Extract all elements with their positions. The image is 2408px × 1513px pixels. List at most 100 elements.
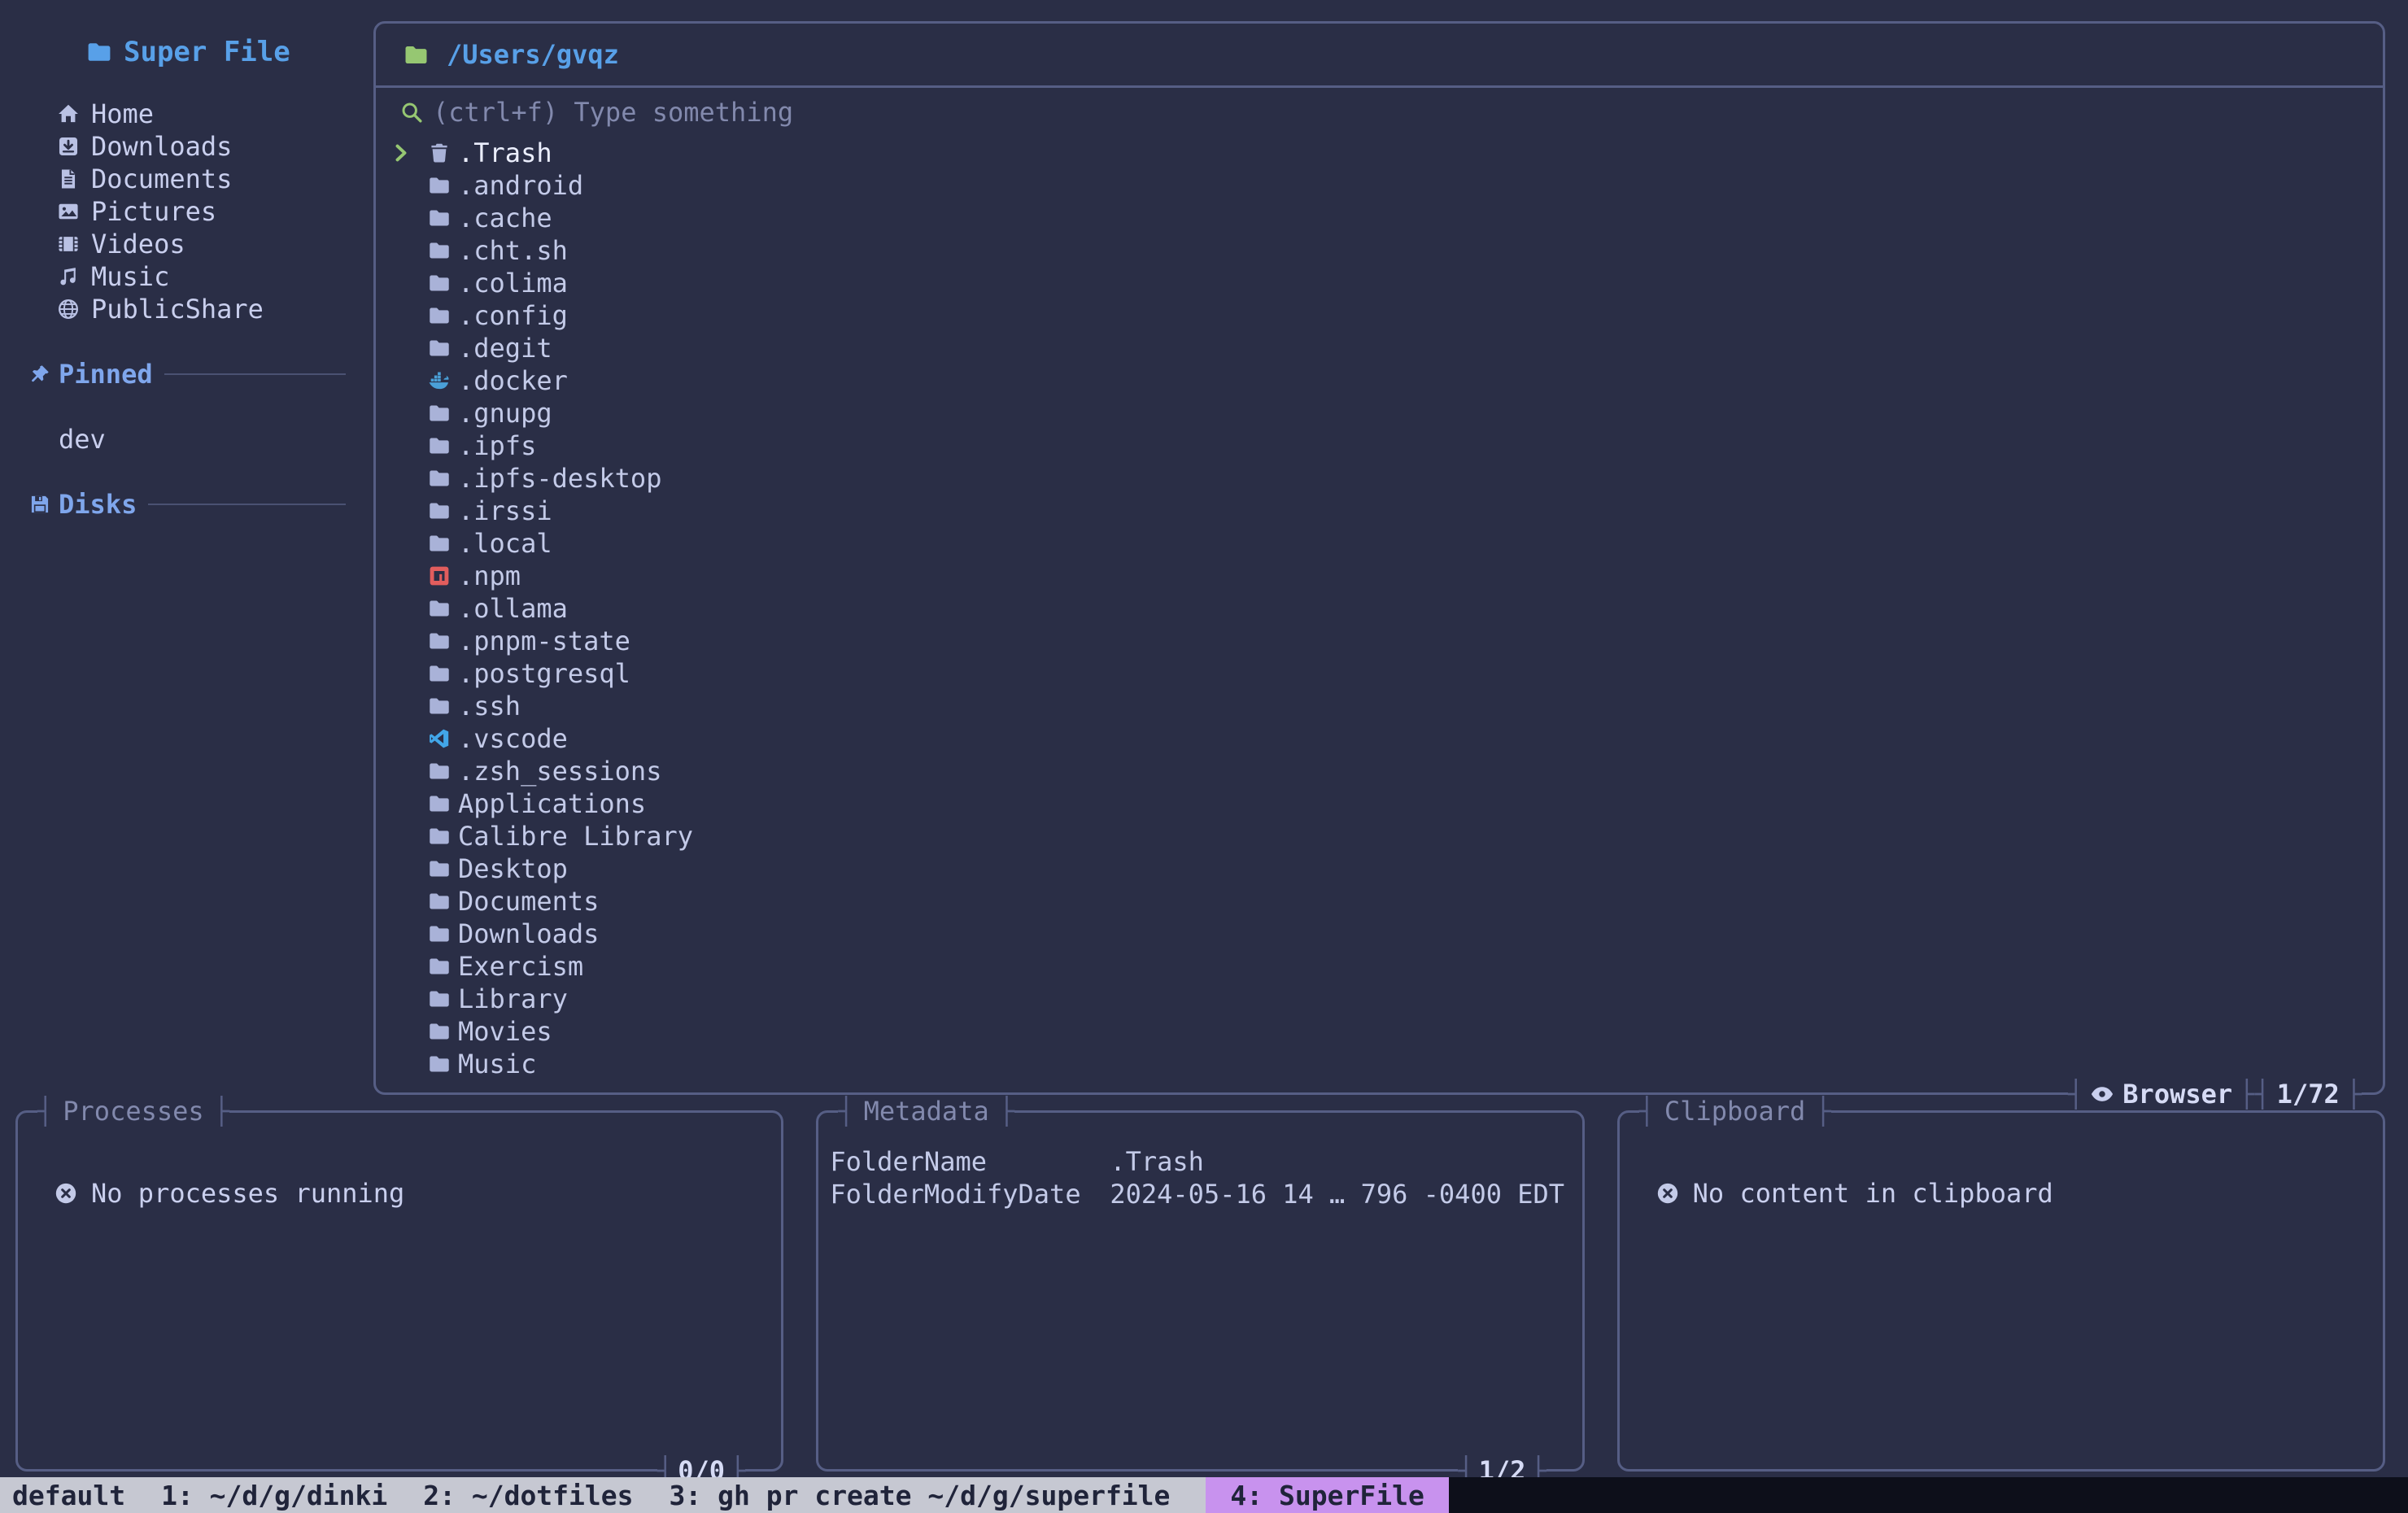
tmux-window[interactable]: 1: ~/d/g/dinki [161, 1477, 387, 1513]
row-gutter [391, 174, 428, 197]
folder-icon [428, 532, 451, 555]
metadata-row: FolderModifyDate2024-05-16 14 … 796 -040… [818, 1178, 1581, 1210]
row-gutter [391, 597, 428, 620]
file-name: .irssi [458, 495, 552, 526]
sidebar-item-videos[interactable]: Videos [0, 228, 373, 260]
row-gutter [391, 1020, 428, 1043]
row-gutter [391, 760, 428, 783]
folder-icon [428, 1053, 451, 1075]
app-logo-folder-icon [86, 39, 112, 65]
row-gutter [391, 825, 428, 848]
file-row[interactable]: Applications [376, 787, 2383, 820]
music-icon [57, 265, 80, 288]
folder-icon [428, 402, 451, 425]
sidebar-item-pictures[interactable]: Pictures [0, 195, 373, 228]
pictures-icon [57, 200, 80, 223]
file-name: .vscode [458, 723, 568, 754]
file-position-label: 1/72 [2271, 1079, 2346, 1110]
search-placeholder: (ctrl+f) Type something [433, 97, 793, 128]
row-gutter [391, 467, 428, 490]
file-row[interactable]: Desktop [376, 852, 2383, 885]
file-name: .ipfs-desktop [458, 463, 661, 494]
file-row[interactable]: .vscode [376, 722, 2383, 755]
folder-icon [428, 597, 451, 620]
row-gutter [391, 695, 428, 717]
metadata-rows: FolderName.TrashFolderModifyDate2024-05-… [818, 1113, 1581, 1210]
file-row[interactable]: .gnupg [376, 397, 2383, 429]
file-row[interactable]: .ssh [376, 690, 2383, 722]
tmux-window[interactable]: 3: gh pr create ~/d/g/superfile [670, 1477, 1171, 1513]
file-row[interactable]: Downloads [376, 918, 2383, 950]
search-input[interactable]: (ctrl+f) Type something [376, 88, 2383, 137]
pinned-items: dev [0, 423, 373, 456]
row-gutter [391, 207, 428, 229]
file-row[interactable]: .degit [376, 332, 2383, 364]
metadata-value: 2024-05-16 14 … 796 -0400 EDT [1110, 1179, 1564, 1210]
tmux-window-active[interactable]: 4: SuperFile [1206, 1477, 1448, 1513]
folder-icon [428, 890, 451, 913]
file-row[interactable]: .cache [376, 202, 2383, 234]
file-row[interactable]: .zsh_sessions [376, 755, 2383, 787]
processes-empty-state: No processes running [18, 1178, 781, 1209]
row-gutter [391, 1053, 428, 1075]
file-row[interactable]: .pnpm-state [376, 625, 2383, 657]
circle-x-icon [54, 1181, 78, 1206]
pinned-section-header: Pinned [0, 358, 373, 390]
sidebar-item-documents[interactable]: Documents [0, 163, 373, 195]
sidebar-item-music[interactable]: Music [0, 260, 373, 293]
file-row[interactable]: .docker [376, 364, 2383, 397]
file-row[interactable]: .android [376, 169, 2383, 202]
file-row[interactable]: Documents [376, 885, 2383, 918]
file-row[interactable]: .ipfs-desktop [376, 462, 2383, 495]
file-name: .postgresql [458, 658, 630, 689]
file-row[interactable]: .Trash [376, 137, 2383, 169]
bottom-panels: Processes No processes running 0/0 Metad… [15, 1110, 2385, 1472]
pinned-section-label: Pinned [59, 359, 153, 390]
folder-icon [428, 825, 451, 848]
tmux-window[interactable]: 2: ~/dotfiles [423, 1477, 633, 1513]
selection-chevron-icon [391, 142, 428, 164]
file-row[interactable]: .postgresql [376, 657, 2383, 690]
file-name: Desktop [458, 853, 568, 884]
metadata-panel: Metadata FolderName.TrashFolderModifyDat… [816, 1110, 1584, 1472]
metadata-value: .Trash [1110, 1146, 1204, 1177]
disks-section-header: Disks [0, 488, 373, 521]
sidebar-item-downloads[interactable]: Downloads [0, 130, 373, 163]
file-row[interactable]: .colima [376, 267, 2383, 299]
sidebar-item-publicshare[interactable]: PublicShare [0, 293, 373, 325]
file-row[interactable]: Exercism [376, 950, 2383, 983]
tmux-session-name: default [0, 1477, 125, 1513]
row-gutter [391, 630, 428, 652]
disks-section-label: Disks [59, 489, 137, 520]
statusbar-windows: 1: ~/d/g/dinki 2: ~/dotfiles 3: gh pr crea… [161, 1477, 1449, 1513]
file-row[interactable]: .local [376, 527, 2383, 560]
sidebar-item-home[interactable]: Home [0, 98, 373, 130]
file-row[interactable]: Movies [376, 1015, 2383, 1048]
file-name: .gnupg [458, 398, 552, 429]
tmux-statusbar: default 1: ~/d/g/dinki 2: ~/dotfiles 3: gh… [0, 1477, 2408, 1513]
file-row[interactable]: .config [376, 299, 2383, 332]
file-row[interactable]: Calibre Library [376, 820, 2383, 852]
file-row[interactable]: Library [376, 983, 2383, 1015]
file-row[interactable]: .ipfs [376, 429, 2383, 462]
clipboard-empty-label: No content in clipboard [1693, 1178, 2053, 1209]
file-name: .local [458, 528, 552, 559]
file-row[interactable]: .cht.sh [376, 234, 2383, 267]
file-position-indicator: 1/72 [2254, 1078, 2362, 1110]
home-icon [57, 102, 80, 125]
file-name: .docker [458, 365, 568, 396]
file-name: .android [458, 170, 583, 201]
section-divider [164, 373, 346, 375]
file-name: Documents [458, 886, 599, 917]
file-row[interactable]: .npm [376, 560, 2383, 592]
folder-icon [428, 272, 451, 294]
file-row[interactable]: Music [376, 1048, 2383, 1080]
pinned-item-dev[interactable]: dev [0, 423, 373, 456]
app-title-label: Super File [124, 36, 290, 68]
processes-panel: Processes No processes running 0/0 [15, 1110, 783, 1472]
file-row[interactable]: .ollama [376, 592, 2383, 625]
folder-icon [428, 207, 451, 229]
folder-icon [428, 922, 451, 945]
file-row[interactable]: .irssi [376, 495, 2383, 527]
npm-icon [428, 565, 451, 587]
